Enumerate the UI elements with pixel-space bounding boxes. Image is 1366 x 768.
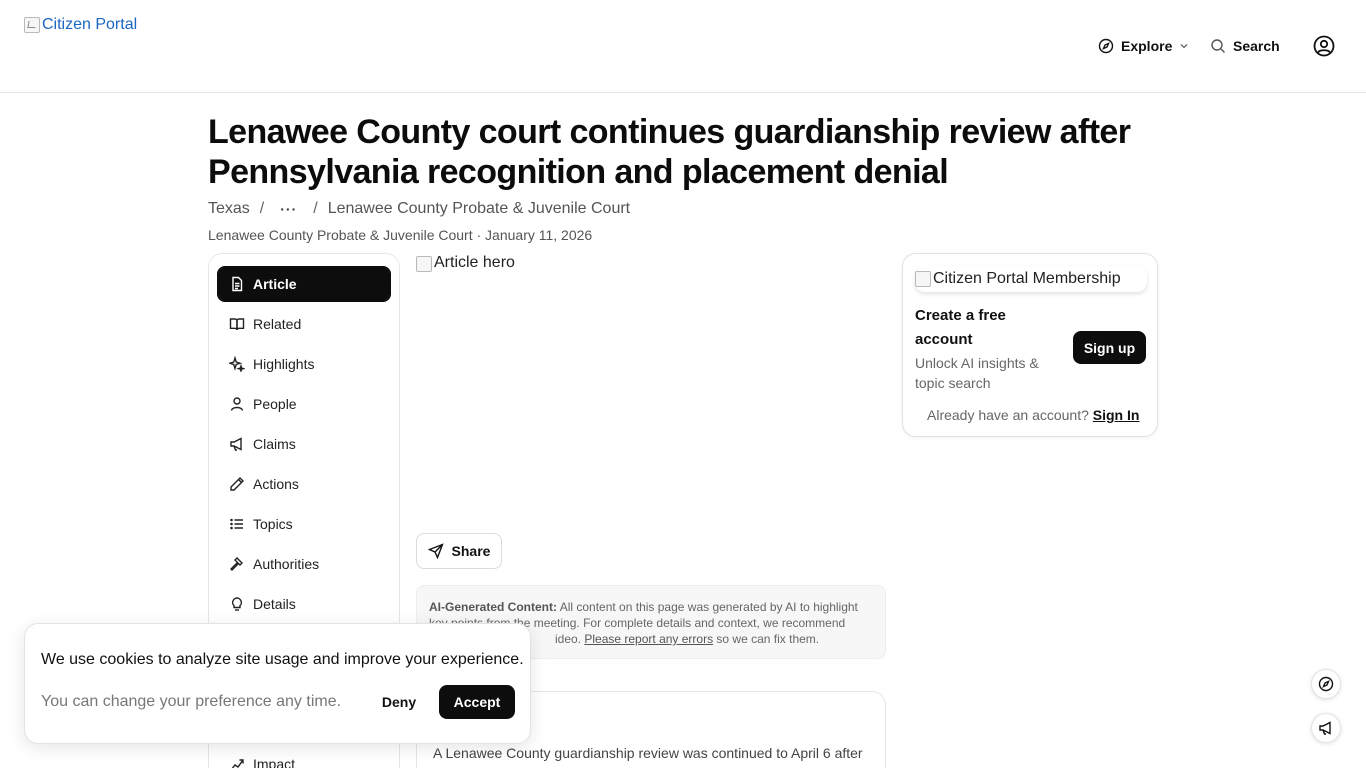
- explore-label: Explore: [1121, 38, 1173, 54]
- chart-icon: [231, 759, 244, 768]
- sidebar-item-label: People: [253, 396, 297, 412]
- broken-image-icon: [915, 271, 931, 287]
- sign-in-prompt: Already have an account? Sign In: [927, 407, 1139, 423]
- compass-icon: [1318, 676, 1334, 692]
- gavel-icon: [230, 557, 243, 571]
- sidebar-item-actions[interactable]: Actions: [217, 466, 391, 502]
- list-icon: [230, 518, 243, 530]
- sidebar-item-highlights[interactable]: Highlights: [217, 346, 391, 382]
- sidebar-item-claims[interactable]: Claims: [217, 426, 391, 462]
- membership-image-alt: Citizen Portal Membership: [933, 270, 1121, 287]
- compass-icon: [1098, 38, 1114, 54]
- sidebar-item-impact[interactable]: Impact: [217, 746, 391, 768]
- broken-image-icon: [24, 17, 40, 33]
- share-button[interactable]: Share: [416, 533, 502, 569]
- membership-card: Citizen Portal Membership Create a free …: [902, 253, 1158, 437]
- sidebar-item-related[interactable]: Related: [217, 306, 391, 342]
- sidebar-item-label: Topics: [253, 516, 293, 532]
- person-icon: [230, 397, 244, 411]
- breadcrumb-more-button[interactable]: ···: [280, 201, 297, 217]
- sidebar-item-label: Impact: [253, 756, 296, 768]
- site-logo[interactable]: Citizen Portal: [24, 16, 137, 34]
- user-circle-icon: [1313, 35, 1335, 57]
- floating-feedback-button[interactable]: [1311, 713, 1341, 743]
- deny-cookies-button[interactable]: Deny: [371, 685, 427, 719]
- account-button[interactable]: [1313, 35, 1335, 57]
- sidebar-item-authorities[interactable]: Authorities: [217, 546, 391, 582]
- sidebar-item-people[interactable]: People: [217, 386, 391, 422]
- sidebar-item-label: Related: [253, 316, 302, 332]
- search-label: Search: [1233, 38, 1280, 54]
- already-account-text: Already have an account?: [927, 407, 1089, 423]
- membership-subtext: Unlock AI insights & topic search: [915, 355, 1039, 391]
- sign-in-link[interactable]: Sign In: [1093, 407, 1140, 423]
- report-errors-link[interactable]: Please report any errors: [584, 632, 713, 646]
- sidebar-item-label: Actions: [253, 476, 299, 492]
- breadcrumb: Texas / ··· / Lenawee County Probate & J…: [208, 200, 630, 218]
- sidebar-item-label: Authorities: [253, 556, 320, 572]
- breadcrumb-separator: /: [259, 200, 265, 217]
- article-byline: Lenawee County Probate & Juvenile Court …: [208, 227, 593, 243]
- ai-disclaimer-text-end: so we can fix them.: [713, 632, 820, 646]
- sidebar-item-label: Article: [253, 276, 297, 292]
- breadcrumb-court-link[interactable]: Lenawee County Probate & Juvenile Court: [328, 200, 630, 218]
- membership-image: Citizen Portal Membership: [915, 266, 1147, 292]
- ai-disclaimer-label: AI-Generated Content:: [429, 600, 558, 614]
- logo-alt-text: Citizen Portal: [42, 16, 138, 33]
- cookie-message: We use cookies to analyze site usage and…: [41, 651, 524, 668]
- accept-cookies-button[interactable]: Accept: [439, 685, 515, 719]
- sidebar-item-article[interactable]: Article: [217, 266, 391, 302]
- broken-image-icon: [416, 256, 432, 272]
- sidebar-item-details[interactable]: Details: [217, 586, 391, 622]
- article-title: Lenawee County court continues guardians…: [208, 113, 1131, 191]
- sign-up-button[interactable]: Sign up: [1073, 331, 1146, 364]
- share-label: Share: [451, 543, 491, 559]
- floating-explore-button[interactable]: [1311, 669, 1341, 699]
- lightbulb-icon: [231, 597, 243, 611]
- breadcrumb-separator: /: [313, 200, 318, 217]
- megaphone-icon: [1319, 721, 1331, 735]
- membership-heading: Create a free account: [915, 307, 1006, 348]
- sidebar-item-topics[interactable]: Topics: [217, 506, 391, 542]
- chevron-down-icon: [1180, 44, 1188, 49]
- search-button[interactable]: Search: [1210, 36, 1280, 56]
- send-icon: [427, 543, 444, 559]
- pencil-icon: [230, 477, 244, 491]
- top-navigation-bar: Citizen Portal Explore Search: [0, 0, 1366, 93]
- explore-menu-button[interactable]: Explore: [1098, 36, 1189, 56]
- sidebar-item-label: Details: [253, 596, 296, 612]
- cookie-consent-banner: We use cookies to analyze site usage and…: [24, 623, 531, 744]
- hero-alt-text: Article hero: [434, 254, 515, 271]
- article-summary-text: A Lenawee County guardianship review was…: [433, 745, 863, 761]
- book-icon: [229, 318, 245, 331]
- sidebar-item-label: Claims: [253, 436, 296, 452]
- article-hero-image: Article hero: [416, 254, 886, 524]
- document-icon: [232, 276, 243, 292]
- search-icon: [1211, 39, 1225, 53]
- sparkles-icon: [229, 356, 245, 372]
- sidebar-item-label: Highlights: [253, 356, 315, 372]
- breadcrumb-state-link[interactable]: Texas: [208, 200, 250, 218]
- cookie-preference-note: You can change your preference any time.: [41, 693, 342, 710]
- megaphone-icon: [230, 437, 242, 451]
